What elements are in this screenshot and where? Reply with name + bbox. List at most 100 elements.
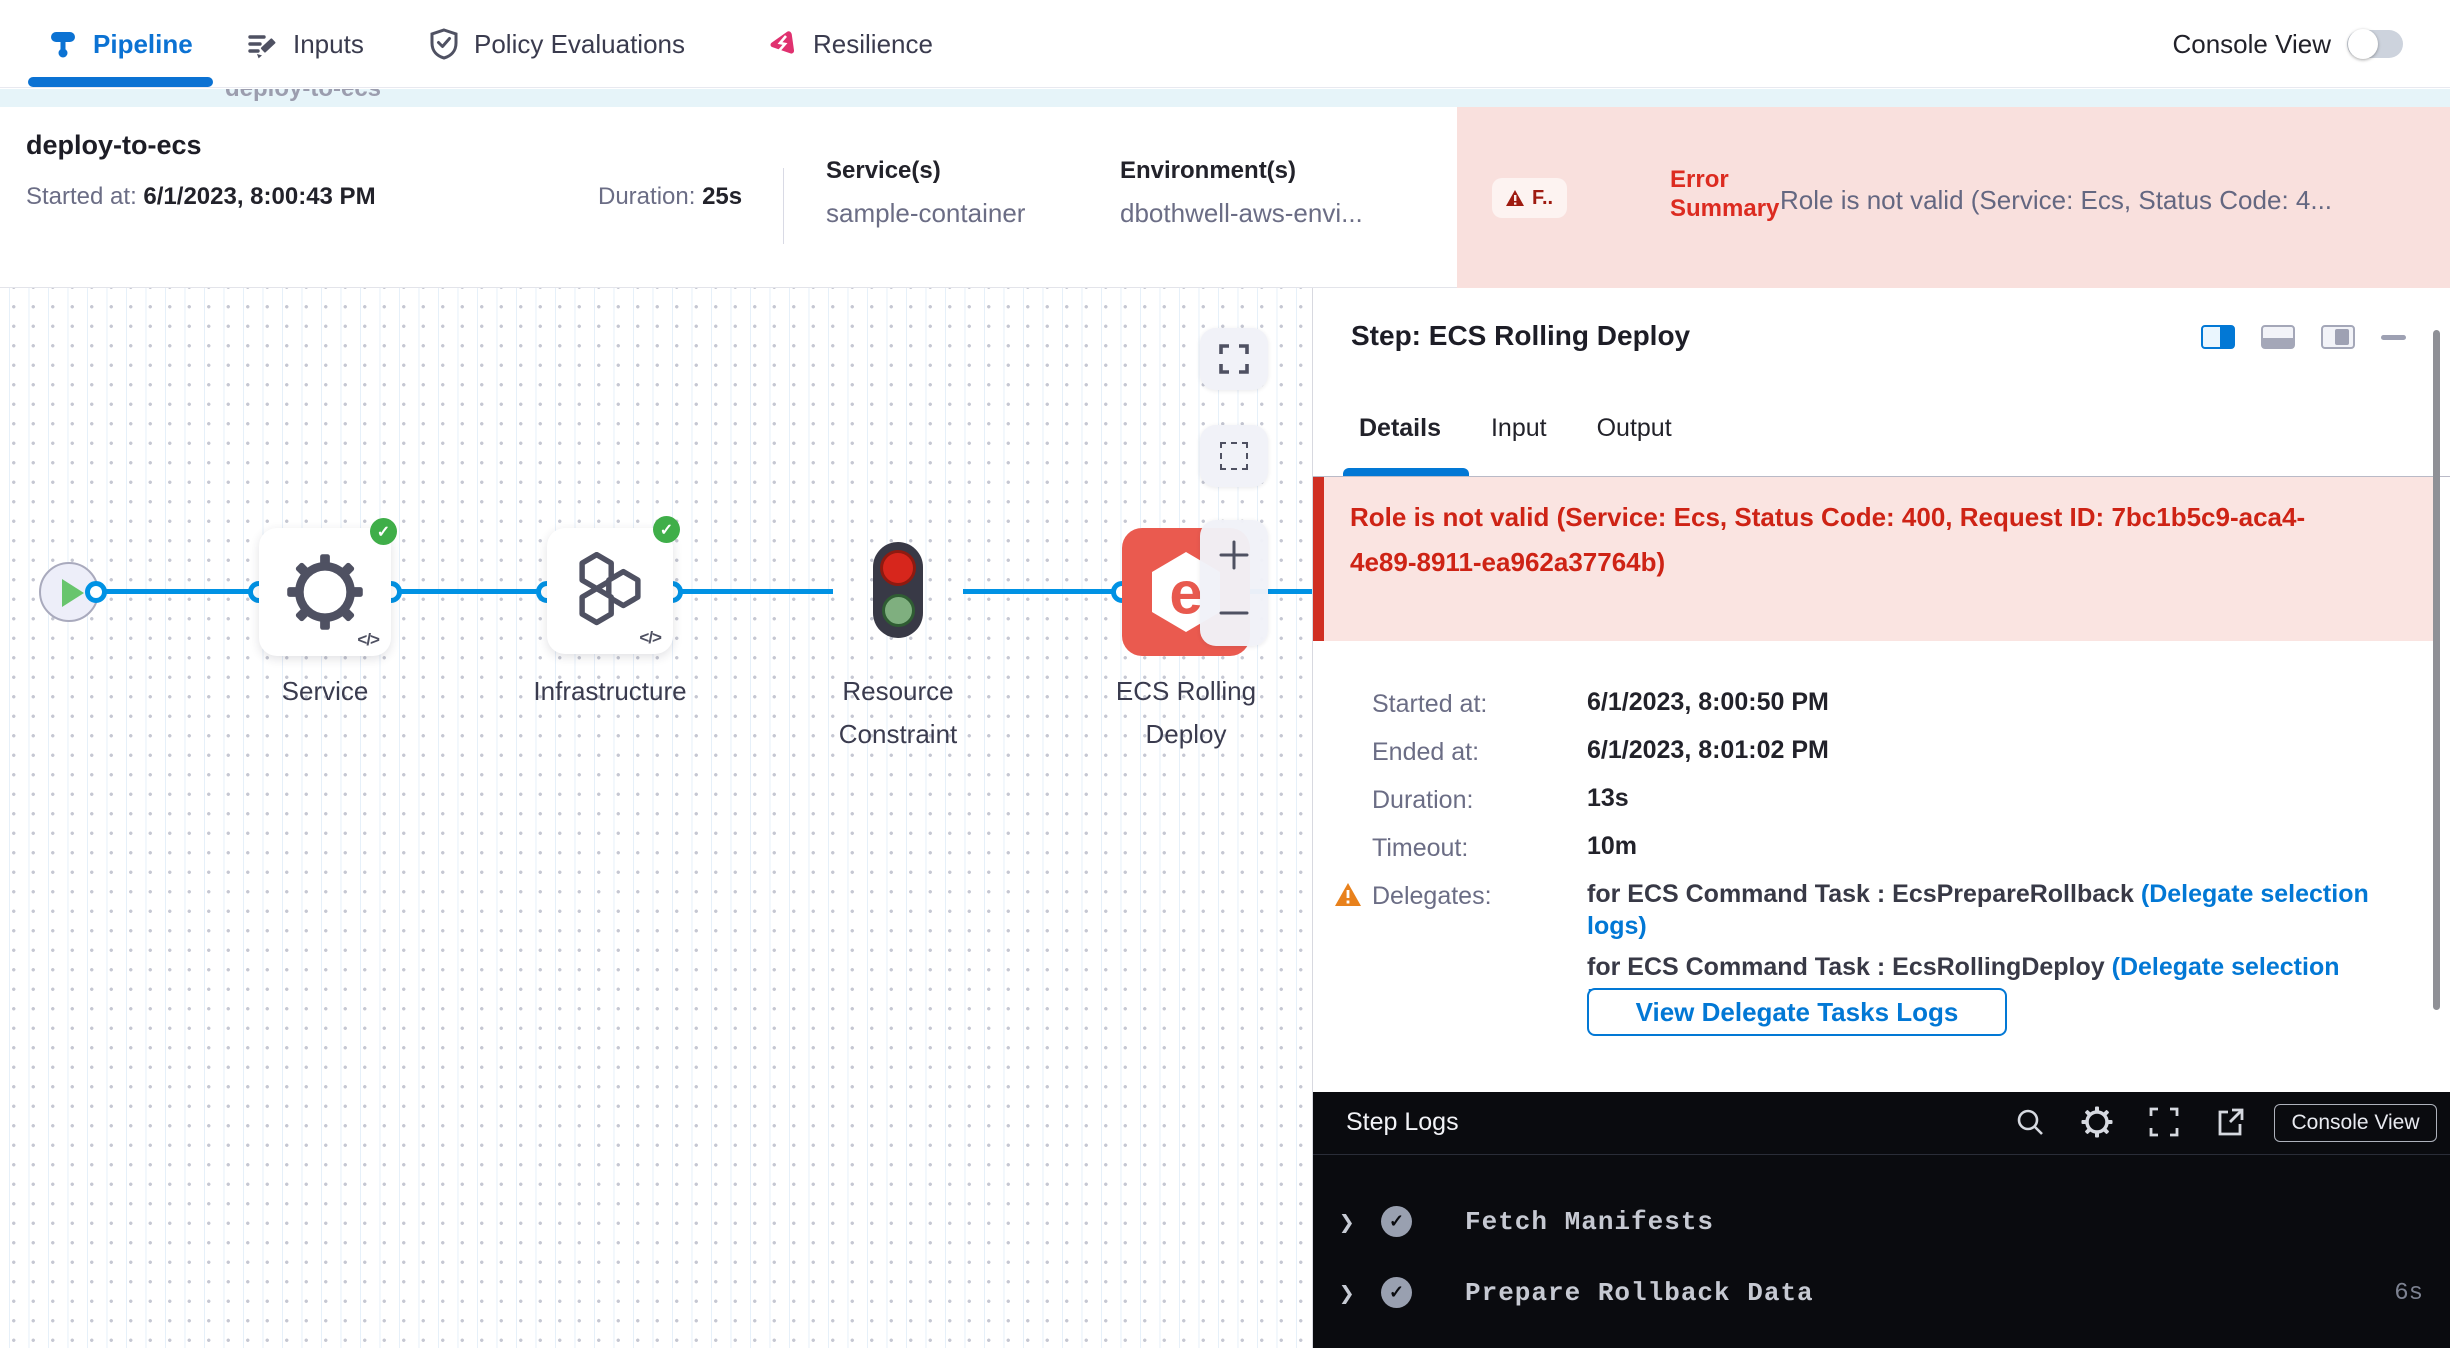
tab-pipeline-label: Pipeline	[93, 29, 193, 60]
success-check-badge: ✓	[370, 518, 397, 545]
play-icon	[62, 579, 84, 607]
tab-output[interactable]: Output	[1597, 414, 1672, 443]
search-icon[interactable]	[2015, 1107, 2045, 1137]
inputs-icon	[247, 29, 278, 60]
edge-start-service	[96, 589, 259, 594]
detail-value: 6/1/2023, 8:00:50 PM	[1587, 688, 1829, 717]
toggle-knob	[2348, 29, 2378, 59]
code-glyph: </>	[639, 628, 661, 648]
started-at: Started at: 6/1/2023, 8:00:43 PM	[26, 183, 376, 211]
console-view-toggle[interactable]	[2347, 30, 2403, 58]
layout-floating-icon[interactable]	[2321, 325, 2355, 349]
environments-column: Environment(s) dbothwell-aws-envi...	[1120, 157, 1363, 229]
console-view-label: Console View	[2172, 29, 2331, 60]
detail-value: 10m	[1587, 832, 1637, 861]
log-success-icon: ✓	[1381, 1277, 1412, 1308]
tab-inputs[interactable]: Inputs	[247, 0, 364, 88]
step-logs-actions	[2015, 1106, 2245, 1138]
execution-header: deploy-to-ecs Started at: 6/1/2023, 8:00…	[0, 107, 2450, 288]
tab-input[interactable]: Input	[1491, 414, 1547, 443]
console-view-button[interactable]: Console View	[2274, 1104, 2437, 1142]
step-logs-header: Step Logs Console View	[1313, 1092, 2450, 1155]
active-tab-underline	[28, 77, 213, 87]
layout-split-right-icon[interactable]	[2201, 325, 2235, 349]
traffic-green-light	[882, 594, 915, 627]
log-success-icon: ✓	[1381, 1206, 1412, 1237]
delegates-label: Delegates:	[1372, 882, 1492, 911]
log-row-title: Prepare Rollback Data	[1465, 1278, 1814, 1308]
header-divider	[783, 168, 784, 244]
minimize-icon[interactable]	[2381, 335, 2406, 340]
canvas-select-button[interactable]	[1200, 425, 1268, 487]
marquee-select-icon	[1220, 442, 1248, 470]
step-error-message-box: Role is not valid (Service: Ecs, Status …	[1313, 477, 2439, 641]
top-nav: Pipeline Inputs Policy Evaluations Resil…	[0, 0, 2450, 88]
app-root: Pipeline Inputs Policy Evaluations Resil…	[0, 0, 2450, 1348]
edge-constraint-ecs	[963, 589, 1122, 594]
failed-status-badge: F..	[1492, 178, 1567, 218]
view-delegate-tasks-logs-button[interactable]: View Delegate Tasks Logs	[1587, 988, 2007, 1036]
clipped-pipeline-name: deploy-to-ecs	[225, 89, 381, 103]
service-gear-icon	[286, 553, 364, 631]
log-row-prepare-rollback[interactable]: ❯ ✓ Prepare Rollback Data 6s	[1313, 1275, 2450, 1315]
pipeline-name: deploy-to-ecs	[26, 130, 202, 161]
services-value[interactable]: sample-container	[826, 198, 1025, 229]
step-error-message: Role is not valid (Service: Ecs, Status …	[1350, 495, 2360, 585]
tab-inputs-label: Inputs	[293, 29, 364, 60]
detail-label: Duration:	[1372, 786, 1473, 815]
delegate-line: for ECS Command Task : EcsPrepareRollbac…	[1587, 878, 2387, 942]
chevron-right-icon[interactable]: ❯	[1339, 1208, 1355, 1238]
pipeline-icon	[48, 29, 78, 59]
open-in-new-icon[interactable]	[2215, 1107, 2245, 1137]
detail-value: 6/1/2023, 8:01:02 PM	[1587, 736, 1829, 765]
failed-badge-label: F..	[1532, 187, 1553, 210]
port	[85, 581, 107, 603]
zoom-out-icon	[1219, 598, 1249, 628]
log-row-fetch-manifests[interactable]: ❯ ✓ Fetch Manifests	[1313, 1204, 2450, 1244]
duration: Duration: 25s	[598, 183, 742, 211]
services-column: Service(s) sample-container	[826, 157, 1025, 229]
node-infrastructure[interactable]: ✓ </>	[547, 528, 673, 654]
detail-value: 13s	[1587, 784, 1629, 813]
log-row-duration: 6s	[2394, 1280, 2423, 1307]
error-summary-text: Role is not valid (Service: Ecs, Status …	[1780, 185, 2440, 216]
tab-pipeline[interactable]: Pipeline	[48, 0, 193, 88]
zoom-in-icon	[1219, 540, 1249, 570]
detail-label: Ended at:	[1372, 738, 1479, 767]
tab-resilience[interactable]: Resilience	[766, 0, 933, 88]
success-check-badge: ✓	[653, 516, 680, 543]
environments-value[interactable]: dbothwell-aws-envi...	[1120, 198, 1363, 229]
step-logs-title: Step Logs	[1346, 1108, 1459, 1137]
step-details-panel: Step: ECS Rolling Deploy Details Input O…	[1312, 288, 2450, 1348]
node-service-label: Service	[225, 670, 425, 713]
node-service[interactable]: ✓ </>	[259, 528, 391, 656]
pipeline-canvas[interactable]: ✓ </> Service ✓ </> Infrastructure Resou…	[0, 288, 1312, 1348]
node-resource-constraint[interactable]	[873, 542, 923, 638]
detail-label: Timeout:	[1372, 834, 1468, 863]
detail-label: Started at:	[1372, 690, 1487, 719]
scrolled-breadcrumb-strip: deploy-to-ecs	[0, 89, 2450, 107]
layout-split-bottom-icon[interactable]	[2261, 325, 2295, 349]
canvas-fullscreen-button[interactable]	[1200, 328, 1268, 390]
log-row-title: Fetch Manifests	[1465, 1207, 1714, 1237]
edge-service-infra	[391, 589, 547, 594]
policy-shield-icon	[429, 28, 459, 60]
error-summary-banner: F.. Error Summary Role is not valid (Ser…	[1457, 107, 2450, 288]
zoom-controls[interactable]	[1200, 520, 1268, 646]
services-label: Service(s)	[826, 157, 1025, 185]
step-logs-panel: Step Logs Console View ❯ ✓ Fetch Manifes…	[1313, 1092, 2450, 1348]
expand-icon[interactable]	[2149, 1107, 2179, 1137]
panel-tabs: Details Input Output	[1359, 414, 1672, 443]
panel-scrollbar[interactable]	[2433, 330, 2440, 1010]
tab-policy-evaluations[interactable]: Policy Evaluations	[429, 0, 685, 88]
step-panel-title: Step: ECS Rolling Deploy	[1351, 320, 1690, 352]
chevron-right-icon[interactable]: ❯	[1339, 1279, 1355, 1309]
svg-text:e: e	[1169, 560, 1202, 627]
code-glyph: </>	[357, 630, 379, 650]
tab-details[interactable]: Details	[1359, 414, 1441, 443]
error-summary-label: Error Summary	[1670, 165, 1795, 223]
node-resource-constraint-label: Resource Constraint	[798, 670, 998, 756]
tab-policy-evaluations-label: Policy Evaluations	[474, 29, 685, 60]
infrastructure-icon	[570, 552, 650, 630]
settings-gear-icon[interactable]	[2081, 1106, 2113, 1138]
